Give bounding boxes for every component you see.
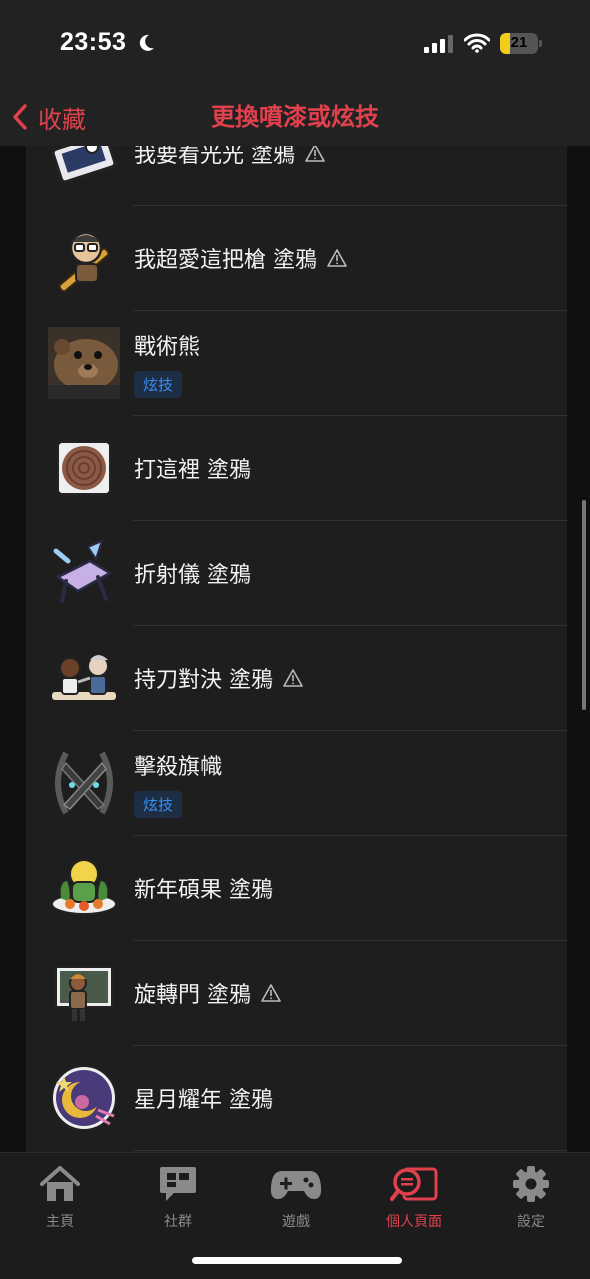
signal-icon bbox=[424, 35, 453, 53]
spray-thumbnail bbox=[51, 1065, 117, 1131]
list-item[interactable]: 持刀對決 塗鴉 bbox=[26, 626, 567, 731]
spray-thumbnail bbox=[52, 655, 116, 700]
community-icon bbox=[160, 1167, 196, 1201]
warning-icon bbox=[305, 146, 325, 162]
flex-thumbnail bbox=[55, 751, 113, 815]
tab-label: 個人頁面 bbox=[386, 1214, 442, 1230]
tab-label: 主頁 bbox=[46, 1214, 74, 1230]
list-item[interactable]: 擊殺旗幟 炫技 bbox=[26, 731, 567, 836]
item-name: 星月耀年 塗鴉 bbox=[134, 1088, 273, 1113]
battery-tip bbox=[539, 40, 542, 47]
item-name: 擊殺旗幟 bbox=[134, 754, 223, 780]
warning-icon bbox=[261, 984, 281, 1002]
tab-label: 遊戲 bbox=[282, 1214, 310, 1230]
tab-profile[interactable]: 個人頁面 bbox=[355, 1163, 473, 1231]
tab-label: 設定 bbox=[517, 1214, 545, 1230]
flex-badge: 炫技 bbox=[134, 370, 183, 398]
list-item[interactable]: 戰術熊 炫技 bbox=[26, 311, 567, 416]
list-item[interactable]: 打這裡 塗鴉 bbox=[26, 416, 567, 521]
warning-icon bbox=[283, 669, 303, 687]
page-title: 更換噴漆或炫技 bbox=[211, 103, 379, 131]
item-name: 戰術熊 bbox=[134, 334, 201, 360]
item-name: 新年碩果 塗鴉 bbox=[134, 878, 273, 903]
scrollbar[interactable] bbox=[582, 500, 586, 710]
tab-label: 社群 bbox=[164, 1214, 192, 1230]
list-item[interactable]: 折射儀 塗鴉 bbox=[26, 521, 567, 626]
item-name: 折射儀 塗鴉 bbox=[134, 563, 251, 588]
spray-thumbnail bbox=[51, 146, 117, 184]
gamepad-icon bbox=[270, 1171, 322, 1199]
list-item[interactable]: 新年碩果 塗鴉 bbox=[26, 836, 567, 941]
item-name: 打這裡 塗鴉 bbox=[134, 458, 251, 483]
spray-list[interactable]: 我要看光光 塗鴉 我超愛這把槍 塗鴉 戰術熊 炫技 打這裡 塗鴉 折射儀 塗鴉 … bbox=[26, 146, 567, 1152]
moon-icon bbox=[139, 34, 154, 51]
list-item[interactable]: 旋轉門 塗鴉 bbox=[26, 941, 567, 1046]
list-item[interactable]: 星月耀年 塗鴉 bbox=[26, 1046, 567, 1151]
list-item[interactable]: 我超愛這把槍 塗鴉 bbox=[26, 206, 567, 311]
status-time: 23:53 bbox=[60, 28, 127, 56]
spray-thumbnail bbox=[51, 859, 117, 915]
gear-icon bbox=[513, 1166, 549, 1202]
list-item[interactable]: 我要看光光 塗鴉 bbox=[26, 146, 567, 206]
spray-thumbnail bbox=[53, 539, 113, 603]
item-name: 我要看光光 塗鴉 bbox=[134, 146, 295, 168]
tab-community[interactable]: 社群 bbox=[119, 1163, 237, 1231]
spray-thumbnail bbox=[57, 441, 111, 495]
tab-home[interactable]: 主頁 bbox=[1, 1163, 119, 1231]
nav-bar: 收藏 更換噴漆或炫技 bbox=[0, 88, 590, 146]
battery-level: 21 bbox=[510, 34, 528, 51]
profile-search-icon bbox=[390, 1167, 438, 1201]
tab-games[interactable]: 遊戲 bbox=[237, 1163, 355, 1231]
home-indicator[interactable] bbox=[192, 1257, 402, 1264]
flex-badge: 炫技 bbox=[134, 790, 183, 818]
tab-settings[interactable]: 設定 bbox=[472, 1163, 590, 1231]
spray-thumbnail bbox=[55, 966, 113, 1021]
item-name: 旋轉門 塗鴉 bbox=[134, 983, 251, 1008]
buddy-thumbnail bbox=[48, 327, 120, 399]
battery-indicator: 21 bbox=[500, 33, 538, 54]
home-icon bbox=[40, 1166, 80, 1201]
item-name: 我超愛這把槍 塗鴉 bbox=[134, 248, 317, 273]
spray-thumbnail bbox=[58, 231, 110, 293]
status-bar: 23:53 21 bbox=[0, 0, 590, 88]
warning-icon bbox=[327, 249, 347, 267]
wifi-icon bbox=[464, 33, 490, 53]
item-name: 持刀對決 塗鴉 bbox=[134, 668, 273, 693]
